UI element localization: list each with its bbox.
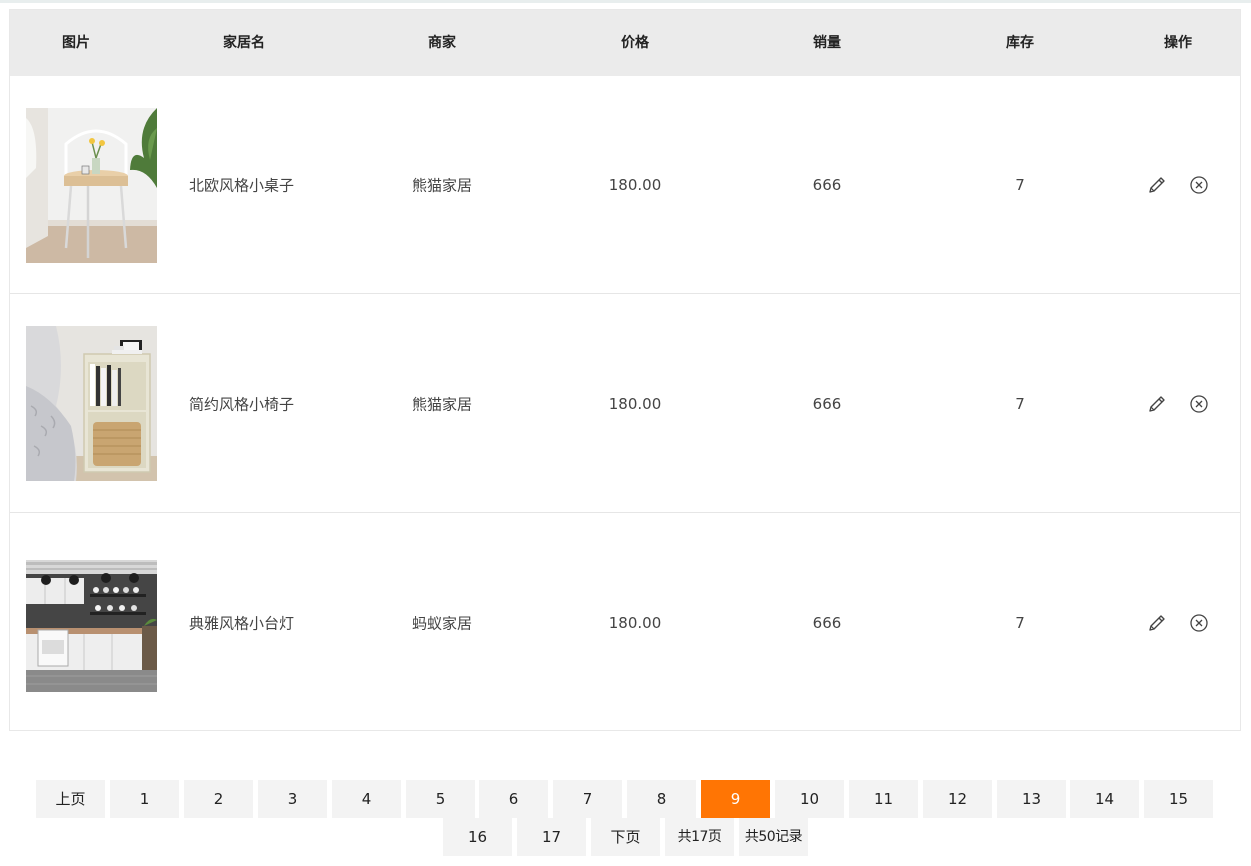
close-circle-icon	[1190, 175, 1208, 194]
total-records-label: 共50记录	[739, 818, 808, 856]
product-stock: 7	[1015, 175, 1025, 194]
pencil-icon	[1149, 395, 1165, 412]
prev-page-button[interactable]: 上页	[36, 780, 105, 818]
product-image-table	[26, 108, 157, 263]
delete-button[interactable]	[1189, 175, 1209, 195]
page-button-5[interactable]: 5	[406, 780, 475, 818]
product-name: 北欧风格小桌子	[189, 176, 295, 194]
edit-button[interactable]	[1147, 175, 1167, 195]
close-circle-icon	[1190, 394, 1208, 413]
page-button-8[interactable]: 8	[627, 780, 696, 818]
product-name: 简约风格小椅子	[189, 395, 295, 413]
page-button-17[interactable]: 17	[517, 818, 586, 856]
delete-button[interactable]	[1189, 613, 1209, 633]
page-button-15[interactable]: 15	[1144, 780, 1213, 818]
header-image: 图片	[62, 35, 90, 51]
pencil-icon	[1149, 615, 1165, 631]
page-button-4[interactable]: 4	[332, 780, 401, 818]
header-price: 价格	[621, 35, 649, 51]
table-header: 图片 家居名 商家 价格 销量 库存 操作	[10, 10, 1240, 76]
pagination-continued: 16 17 下页 共17页 共50记录	[443, 818, 808, 856]
page-button-10[interactable]: 10	[775, 780, 844, 818]
page-button-16[interactable]: 16	[443, 818, 512, 856]
pencil-icon	[1149, 176, 1165, 193]
page-button-11[interactable]: 11	[849, 780, 918, 818]
delete-button[interactable]	[1189, 394, 1209, 414]
total-pages-label: 共17页	[665, 818, 734, 856]
product-image-chair	[26, 326, 157, 481]
edit-button[interactable]	[1147, 394, 1167, 414]
page-button-2[interactable]: 2	[184, 780, 253, 818]
page-button-9-current[interactable]: 9	[701, 780, 770, 818]
furniture-table: 图片 家居名 商家 价格 销量 库存 操作 北欧风格小桌子 熊猫家居 180.0…	[9, 9, 1241, 731]
page-button-3[interactable]: 3	[258, 780, 327, 818]
page-button-13[interactable]: 13	[997, 780, 1066, 818]
product-merchant: 熊猫家居	[411, 395, 473, 413]
product-stock: 7	[1015, 394, 1025, 413]
product-price: 180.00	[608, 175, 662, 194]
header-name: 家居名	[223, 35, 265, 51]
product-price: 180.00	[608, 394, 662, 413]
header-merchant: 商家	[428, 35, 456, 51]
table-row: 简约风格小椅子 熊猫家居 180.00 666 7	[10, 295, 1240, 513]
edit-button[interactable]	[1147, 613, 1167, 633]
header-sales: 销量	[813, 35, 841, 51]
next-page-button[interactable]: 下页	[591, 818, 660, 856]
product-merchant: 熊猫家居	[411, 176, 473, 194]
product-sales: 666	[812, 175, 842, 194]
product-merchant: 蚂蚁家居	[411, 614, 473, 633]
product-sales: 666	[812, 394, 842, 413]
table-row: 典雅风格小台灯 蚂蚁家居 180.00 666 7	[10, 514, 1240, 732]
product-price: 180.00	[608, 614, 662, 632]
page-button-12[interactable]: 12	[923, 780, 992, 818]
product-image-lamp	[26, 560, 157, 692]
top-divider	[0, 0, 1251, 3]
page-button-1[interactable]: 1	[110, 780, 179, 818]
page-button-7[interactable]: 7	[553, 780, 622, 818]
close-circle-icon	[1190, 614, 1208, 632]
page-button-6[interactable]: 6	[479, 780, 548, 818]
header-stock: 库存	[1006, 35, 1034, 51]
product-stock: 7	[1015, 614, 1025, 632]
table-row: 北欧风格小桌子 熊猫家居 180.00 666 7	[10, 76, 1240, 294]
pagination: 上页 1 2 3 4 5 6 7 8 9 10 11 12 13 14 15	[36, 780, 1214, 818]
page-button-14[interactable]: 14	[1070, 780, 1139, 818]
product-name: 典雅风格小台灯	[189, 614, 295, 633]
product-sales: 666	[812, 614, 842, 632]
header-actions: 操作	[1164, 35, 1192, 51]
